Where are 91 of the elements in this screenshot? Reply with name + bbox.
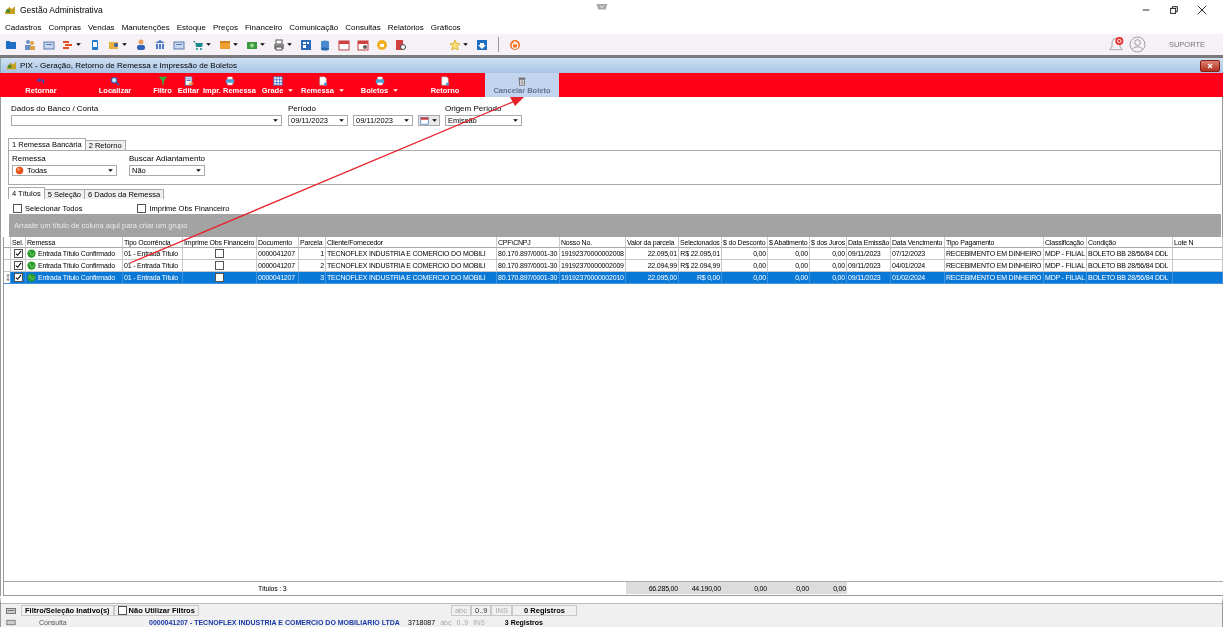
- box-icon: [219, 38, 231, 51]
- checkbox[interactable]: [215, 249, 224, 258]
- table-cell: [1173, 260, 1223, 272]
- restore-icon[interactable]: [1169, 5, 1179, 15]
- card-icon[interactable]: [43, 38, 55, 51]
- close-icon[interactable]: [1197, 5, 1207, 15]
- phone-icon[interactable]: [89, 38, 101, 51]
- bell-icon[interactable]: [1107, 36, 1124, 53]
- caret-icon: [431, 117, 438, 124]
- printer-icon: [375, 75, 385, 86]
- bank-icon[interactable]: [154, 38, 166, 51]
- caret-icon: [232, 41, 239, 48]
- table-cell: [1173, 248, 1223, 260]
- menu-item[interactable]: Vendas: [87, 22, 115, 32]
- toolbar-button[interactable]: [272, 37, 294, 52]
- document-icon: [318, 75, 328, 86]
- globe-icon: [27, 273, 36, 282]
- grid-icon: [273, 75, 283, 86]
- search-icon: [110, 75, 120, 86]
- list-icon: [62, 38, 74, 51]
- close-icon: [1206, 61, 1214, 70]
- keyboard-icon: [5, 617, 17, 627]
- caret-icon: [403, 117, 410, 124]
- document-icon: [440, 75, 450, 86]
- caret-icon: [462, 41, 469, 48]
- return-arrow-icon: [36, 75, 46, 86]
- close-button[interactable]: [1200, 59, 1220, 72]
- checkbox[interactable]: [137, 204, 147, 213]
- field-label: Remessa: [12, 154, 47, 163]
- calendar-button[interactable]: [418, 115, 440, 126]
- menu-item[interactable]: Gráficos: [430, 22, 461, 32]
- caret-icon: [259, 41, 266, 48]
- checkbox[interactable]: [215, 273, 224, 282]
- caret-icon: [121, 41, 128, 48]
- text-cursor-icon: [5, 273, 11, 282]
- cart-icon: [192, 38, 204, 51]
- printer-icon: [273, 38, 285, 51]
- checkbox[interactable]: [13, 249, 23, 258]
- caret-icon: [205, 41, 212, 48]
- menu-item[interactable]: Relatórios: [387, 22, 424, 32]
- checkbox[interactable]: [215, 261, 224, 270]
- people-icon[interactable]: [24, 38, 36, 51]
- filter-icon: [157, 75, 168, 86]
- table-cell: [1173, 272, 1223, 284]
- checkbox[interactable]: [13, 273, 23, 282]
- app-logo-icon: [6, 60, 17, 71]
- panel-title: PIX - Geração, Retorno de Remessa e Impressão de Boletos: [20, 61, 237, 70]
- star-icon: [449, 38, 461, 51]
- caret-icon: [195, 167, 202, 174]
- menu-item[interactable]: Preços: [213, 22, 238, 32]
- menu-item[interactable]: Compras: [48, 22, 81, 32]
- caret-icon: [75, 41, 82, 48]
- card-icon[interactable]: [173, 38, 185, 51]
- checkbox[interactable]: [117, 606, 127, 615]
- menu-item[interactable]: Cadastros: [5, 22, 42, 32]
- database-icon[interactable]: [319, 38, 331, 51]
- keyboard-icon: [5, 605, 17, 616]
- ball-icon: [15, 166, 24, 175]
- menu-item[interactable]: Comunicação: [289, 22, 339, 32]
- folder-icon[interactable]: [5, 38, 17, 51]
- caret-icon: [338, 117, 345, 124]
- download-icon[interactable]: [476, 38, 488, 51]
- window-title: Gestão Administrativa: [20, 5, 103, 15]
- toolbar-button[interactable]: [448, 37, 470, 52]
- menu-item[interactable]: Manutenções: [121, 22, 170, 32]
- globe-icon: [27, 249, 36, 258]
- document-search-icon[interactable]: [395, 38, 407, 51]
- edit-icon: [183, 75, 194, 86]
- menu-item[interactable]: Estoque: [176, 22, 206, 32]
- printer-icon: [224, 75, 235, 86]
- power-icon[interactable]: [509, 38, 521, 51]
- globe-icon: [27, 261, 36, 270]
- menu-item[interactable]: Consultas: [345, 22, 381, 32]
- calendar-icon[interactable]: [357, 38, 369, 51]
- caret-icon: [107, 167, 114, 174]
- caret-icon: [512, 117, 519, 124]
- menu-item[interactable]: Financeiro: [244, 22, 283, 32]
- caret-icon: [286, 41, 293, 48]
- spreadsheet-icon[interactable]: [300, 38, 312, 51]
- field-label: Dados do Banco / Conta: [11, 104, 100, 113]
- person-icon[interactable]: [135, 38, 147, 51]
- calendar-icon: [420, 116, 429, 125]
- trash-icon: [517, 75, 527, 86]
- field-label: Período: [288, 104, 318, 113]
- checkbox[interactable]: [13, 204, 22, 213]
- app-logo-icon: [4, 4, 16, 16]
- field-label: Origem Período: [445, 104, 503, 113]
- caret-icon: [272, 117, 279, 124]
- calendar-icon[interactable]: [338, 38, 350, 51]
- field-label: Buscar Adiantamento: [129, 154, 206, 163]
- checkbox[interactable]: [13, 261, 23, 270]
